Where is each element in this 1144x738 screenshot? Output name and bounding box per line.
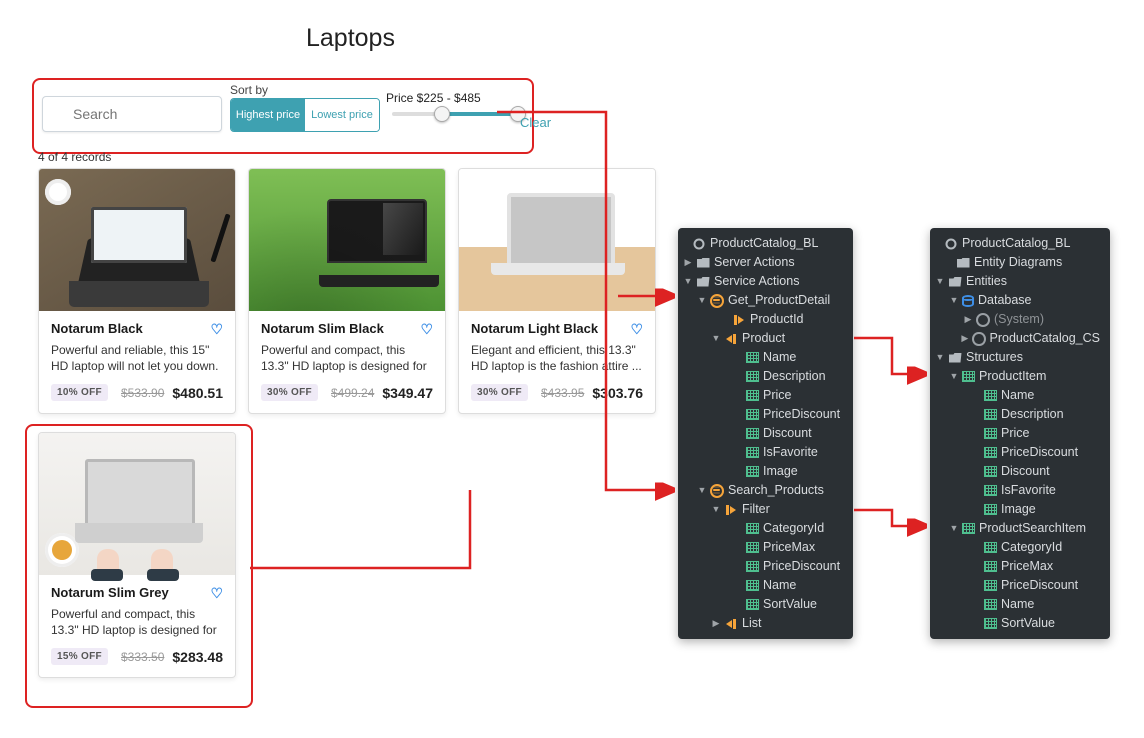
old-price: $433.95	[541, 386, 584, 400]
tree-folder-entities[interactable]: ▼Entities	[930, 272, 1110, 291]
tree-field[interactable]: ▶SortValue	[678, 595, 853, 614]
heart-icon[interactable]: ♡	[420, 321, 433, 338]
product-desc: Powerful and reliable, this 15" HD lapto…	[51, 342, 223, 374]
price: $480.51	[172, 385, 223, 401]
product-name: Notarum Slim Black	[261, 321, 384, 336]
tree-panel-logic: ▼ProductCatalog_BL ▶Server Actions ▼Serv…	[678, 228, 853, 639]
price: $303.76	[592, 385, 643, 401]
tree-field[interactable]: ▶Name	[678, 348, 853, 367]
product-thumb	[39, 169, 235, 311]
discount-badge: 10% OFF	[51, 384, 108, 401]
tree-field[interactable]: ▶Image	[678, 462, 853, 481]
product-desc: Elegant and efficient, this 13.3" HD lap…	[471, 342, 643, 374]
tree-field[interactable]: ▶CategoryId	[930, 538, 1110, 557]
price-slider[interactable]	[392, 112, 520, 116]
discount-badge: 30% OFF	[471, 384, 528, 401]
tree-folder-entity-diagrams[interactable]: ▶Entity Diagrams	[930, 253, 1110, 272]
tree-action-search-products[interactable]: ▼Search_Products	[678, 481, 853, 500]
product-thumb	[39, 433, 235, 575]
tree-output-product[interactable]: ▼Product	[678, 329, 853, 348]
tree-field[interactable]: ▶Price	[930, 424, 1110, 443]
tree-param-filter[interactable]: ▼Filter	[678, 500, 853, 519]
sort-segmented[interactable]: Highest price Lowest price	[230, 98, 380, 132]
product-card[interactable]: Notarum Light Black ♡ Elegant and efficie…	[458, 168, 656, 414]
tree-field[interactable]: ▶Name	[678, 576, 853, 595]
tree-field[interactable]: ▶IsFavorite	[930, 481, 1110, 500]
sort-lowest[interactable]: Lowest price	[305, 99, 379, 131]
product-name: Notarum Light Black	[471, 321, 598, 336]
tree-field[interactable]: ▶Price	[678, 386, 853, 405]
search-input[interactable]	[42, 96, 222, 132]
tree-catalog-cs[interactable]: ▶ProductCatalog_CS	[930, 329, 1110, 348]
tree-struct-productitem[interactable]: ▼ProductItem	[930, 367, 1110, 386]
tree-folder-service-actions[interactable]: ▼Service Actions	[678, 272, 853, 291]
product-desc: Powerful and compact, this 13.3" HD lapt…	[51, 606, 223, 638]
tree-action-get-productdetail[interactable]: ▼Get_ProductDetail	[678, 291, 853, 310]
product-thumb	[249, 169, 445, 311]
tree-folder-structures[interactable]: ▼Structures	[930, 348, 1110, 367]
slider-thumb-min[interactable]	[434, 106, 450, 122]
sortby-label: Sort by	[230, 83, 268, 97]
tree-field[interactable]: ▶PriceDiscount	[678, 557, 853, 576]
tree-param-productid[interactable]: ▶ProductId	[678, 310, 853, 329]
product-card[interactable]: Notarum Slim Black ♡ Powerful and compact…	[248, 168, 446, 414]
filter-bar: Sort by Highest price Lowest price Price…	[32, 78, 534, 154]
price: $283.48	[172, 649, 223, 665]
tree-struct-productsearchitem[interactable]: ▼ProductSearchItem	[930, 519, 1110, 538]
records-count: 4 of 4 records	[38, 150, 111, 164]
heart-icon[interactable]: ♡	[210, 321, 223, 338]
price: $349.47	[382, 385, 433, 401]
tree-panel-data: ▼ProductCatalog_BL ▶Entity Diagrams ▼Ent…	[930, 228, 1110, 639]
tree-field[interactable]: ▶PriceDiscount	[930, 443, 1110, 462]
old-price: $333.50	[121, 650, 164, 664]
tree-field[interactable]: ▶PriceDiscount	[930, 576, 1110, 595]
tree-module[interactable]: ▼ProductCatalog_BL	[678, 234, 853, 253]
tree-field[interactable]: ▶SortValue	[930, 614, 1110, 633]
tree-field[interactable]: ▶PriceMax	[678, 538, 853, 557]
product-grid: Notarum Black ♡ Powerful and reliable, th…	[38, 168, 656, 414]
discount-badge: 30% OFF	[261, 384, 318, 401]
tree-field[interactable]: ▶Description	[678, 367, 853, 386]
tree-field[interactable]: ▶Description	[930, 405, 1110, 424]
sort-highest[interactable]: Highest price	[231, 99, 305, 131]
old-price: $499.24	[331, 386, 374, 400]
tree-database[interactable]: ▼Database	[930, 291, 1110, 310]
tree-field[interactable]: ▶Name	[930, 595, 1110, 614]
tree-field[interactable]: ▶IsFavorite	[678, 443, 853, 462]
tree-folder-server-actions[interactable]: ▶Server Actions	[678, 253, 853, 272]
discount-badge: 15% OFF	[51, 648, 108, 665]
price-range-label: Price $225 - $485	[386, 91, 481, 105]
heart-icon[interactable]: ♡	[630, 321, 643, 338]
tree-field[interactable]: ▶Image	[930, 500, 1110, 519]
tree-output-list[interactable]: ▶List	[678, 614, 853, 633]
tree-field[interactable]: ▶Name	[930, 386, 1110, 405]
tree-field[interactable]: ▶Discount	[678, 424, 853, 443]
heart-icon[interactable]: ♡	[210, 585, 223, 602]
old-price: $533.90	[121, 386, 164, 400]
product-name: Notarum Black	[51, 321, 143, 336]
tree-field[interactable]: ▶PriceDiscount	[678, 405, 853, 424]
tree-field[interactable]: ▶Discount	[930, 462, 1110, 481]
tree-field[interactable]: ▶PriceMax	[930, 557, 1110, 576]
product-thumb	[459, 169, 655, 311]
product-card[interactable]: Notarum Black ♡ Powerful and reliable, th…	[38, 168, 236, 414]
product-card[interactable]: Notarum Slim Grey ♡ Powerful and compact,…	[38, 432, 236, 678]
product-desc: Powerful and compact, this 13.3" HD lapt…	[261, 342, 433, 374]
tree-field[interactable]: ▶CategoryId	[678, 519, 853, 538]
product-name: Notarum Slim Grey	[51, 585, 169, 600]
page-title: Laptops	[306, 24, 395, 53]
tree-system[interactable]: ▶(System)	[930, 310, 1110, 329]
tree-module[interactable]: ▼ProductCatalog_BL	[930, 234, 1110, 253]
clear-link[interactable]: Clear	[520, 115, 551, 130]
